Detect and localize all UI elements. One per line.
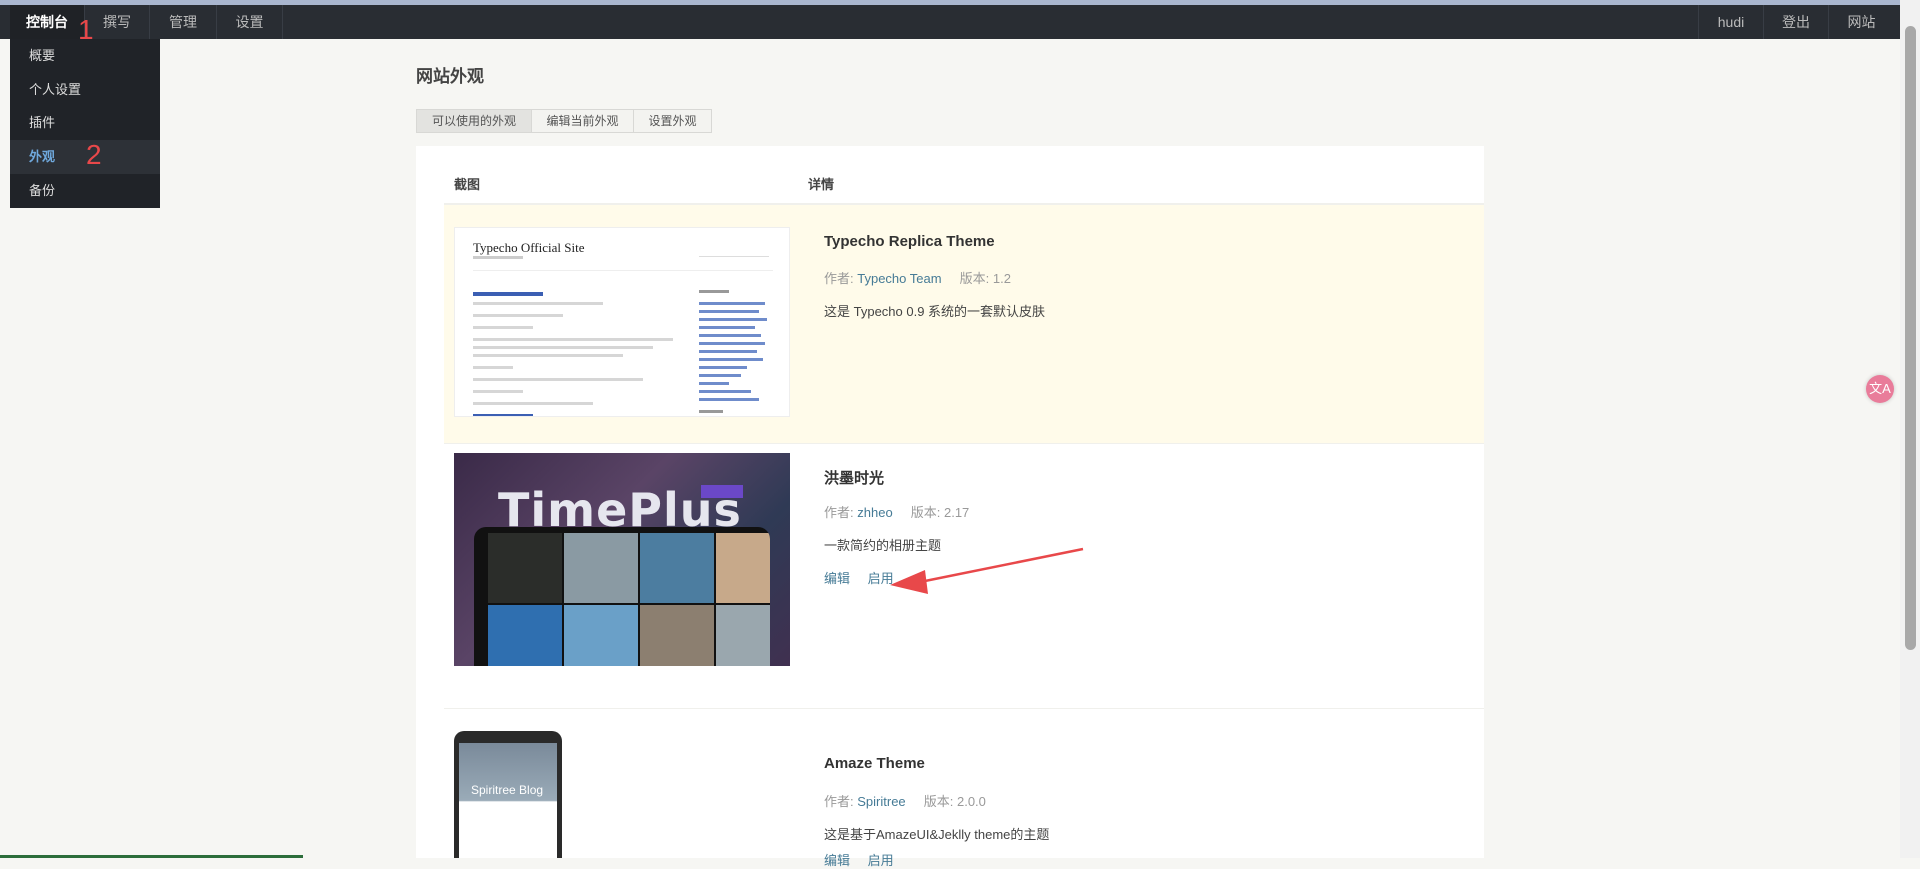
annotation-arrow-icon bbox=[890, 547, 1084, 594]
translate-icon[interactable]: 文A bbox=[1866, 375, 1894, 403]
scrollbar-thumb[interactable] bbox=[1905, 26, 1916, 650]
